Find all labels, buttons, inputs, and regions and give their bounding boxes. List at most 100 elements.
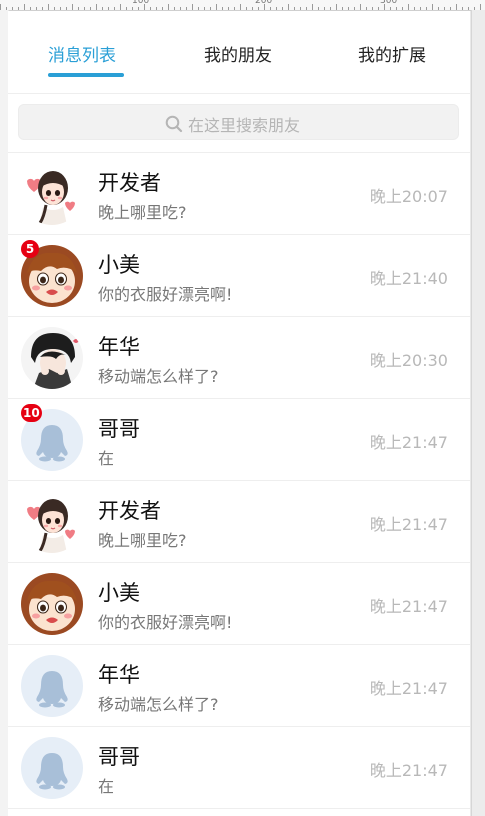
last-message: 你的衣服好漂亮啊! [98, 285, 233, 304]
message-time: 晚上21:47 [369, 433, 448, 452]
contact-name: 开发者 [98, 499, 161, 523]
tab-my-extensions[interactable]: 我的扩展 [358, 41, 426, 66]
design-ruler: 100 200 300 [0, 0, 485, 11]
ruler-tick [396, 7, 397, 10]
ruler-tick [408, 4, 409, 10]
search-icon [165, 115, 183, 133]
unread-badge: 5 [21, 240, 39, 258]
ruler-tick [132, 7, 133, 10]
conversation-row[interactable]: 年华 移动端怎么样了? 晚上20:30 [8, 317, 470, 399]
ruler-tick [96, 4, 97, 10]
ruler-tick [114, 7, 115, 10]
search-section: 在这里搜索朋友 [8, 94, 470, 153]
last-message: 晚上哪里吃? [98, 203, 187, 222]
ruler-tick [294, 7, 295, 10]
ruler-label: 300 [380, 0, 398, 6]
conversation-row[interactable]: 小美你的衣服好漂亮啊! 晚上21:47 [8, 563, 470, 645]
conversation-row[interactable]: 开发者 晚上哪里吃? 晚上21:47 [8, 481, 470, 563]
ruler-tick [60, 7, 61, 10]
ruler-tick [324, 7, 325, 10]
tab-bar: 消息列表 我的朋友 我的扩展 [8, 11, 470, 94]
message-time: 晚上20:30 [369, 351, 448, 370]
ruler-tick [186, 7, 187, 10]
message-time: 晚上21:47 [369, 515, 448, 534]
last-message: 你的衣服好漂亮啊! [98, 613, 233, 632]
ruler-tick [252, 7, 253, 10]
message-time: 晚上21:47 [369, 597, 448, 616]
unread-badge: 10 [21, 404, 42, 422]
contact-name: 哥哥 [98, 417, 140, 441]
avatar[interactable] [21, 163, 83, 225]
contact-name: 年华 [98, 335, 140, 359]
ruler-tick [354, 7, 355, 10]
ruler-tick [150, 7, 151, 10]
ruler-tick [420, 7, 421, 10]
conversation-row[interactable]: 10 哥哥在 晚上21:47 [8, 399, 470, 481]
ruler-tick [228, 7, 229, 10]
ruler-tick [390, 7, 391, 10]
ruler-tick [42, 7, 43, 10]
ruler-tick [24, 4, 25, 10]
tab-message-list[interactable]: 消息列表 [48, 41, 116, 66]
ruler-tick [30, 7, 31, 10]
ruler-tick [288, 4, 289, 10]
ruler-tick [48, 4, 49, 10]
ruler-tick [348, 7, 349, 10]
ruler-tick [12, 7, 13, 10]
ruler-tick [120, 4, 121, 10]
ruler-tick [378, 7, 379, 10]
ruler-tick [66, 7, 67, 10]
ruler-tick [162, 7, 163, 10]
default-penguin-avatar-icon [21, 737, 83, 799]
ruler-tick [156, 7, 157, 10]
ruler-tick [282, 7, 283, 10]
tab-my-friends[interactable]: 我的朋友 [204, 41, 272, 66]
ruler-tick [168, 4, 169, 10]
contact-name: 小美 [98, 581, 140, 605]
ruler-tick [72, 4, 73, 10]
ruler-tick [216, 4, 217, 10]
conversation-row[interactable]: 哥哥在 晚上21:47 [8, 727, 470, 809]
boy-avatar-icon [21, 573, 83, 635]
ruler-tick [438, 7, 439, 10]
ruler-tick [240, 4, 241, 10]
ruler-tick [432, 4, 433, 10]
conversation-row[interactable]: 5 小美 你的衣服好漂亮啊! 晚上21:40 [8, 235, 470, 317]
contact-name: 小美 [98, 253, 140, 277]
ruler-tick [336, 4, 337, 10]
ruler-tick [174, 7, 175, 10]
ruler-tick [90, 7, 91, 10]
ruler-tick [108, 7, 109, 10]
scrollbar-gutter[interactable] [471, 10, 485, 816]
avatar[interactable] [21, 327, 83, 389]
ruler-tick [330, 7, 331, 10]
ruler-tick [198, 7, 199, 10]
ruler-tick [180, 7, 181, 10]
ruler-tick [222, 7, 223, 10]
search-input[interactable]: 在这里搜索朋友 [18, 104, 459, 140]
ruler-tick [318, 7, 319, 10]
avatar[interactable] [21, 573, 83, 635]
conversation-row[interactable]: 开发者 晚上哪里吃? 晚上20:07 [8, 153, 470, 235]
conversation-row[interactable]: 年华 移动端怎么样了? 晚上21:47 [8, 645, 470, 727]
message-time: 晚上20:07 [369, 187, 448, 206]
avatar[interactable] [21, 491, 83, 553]
ruler-tick [276, 7, 277, 10]
ruler-tick [468, 7, 469, 10]
ruler-tick [36, 7, 37, 10]
message-time: 晚上21:47 [369, 761, 448, 780]
ruler-tick [426, 7, 427, 10]
ruler-tick [414, 7, 415, 10]
ruler-tick [306, 7, 307, 10]
conversation-list: 开发者 晚上哪里吃? 晚上20:07 5 小美 你的衣服好漂亮啊! 晚上21:40 年华 移动端… [8, 153, 470, 809]
ruler-tick [54, 7, 55, 10]
ruler-tick [312, 4, 313, 10]
ruler-tick [18, 7, 19, 10]
ruler-tick [258, 7, 259, 10]
ruler-tick [204, 7, 205, 10]
ruler-tick [84, 7, 85, 10]
last-message: 在 [98, 449, 115, 468]
avatar[interactable] [21, 737, 83, 799]
default-penguin-avatar-icon [21, 655, 83, 717]
avatar[interactable] [21, 655, 83, 717]
